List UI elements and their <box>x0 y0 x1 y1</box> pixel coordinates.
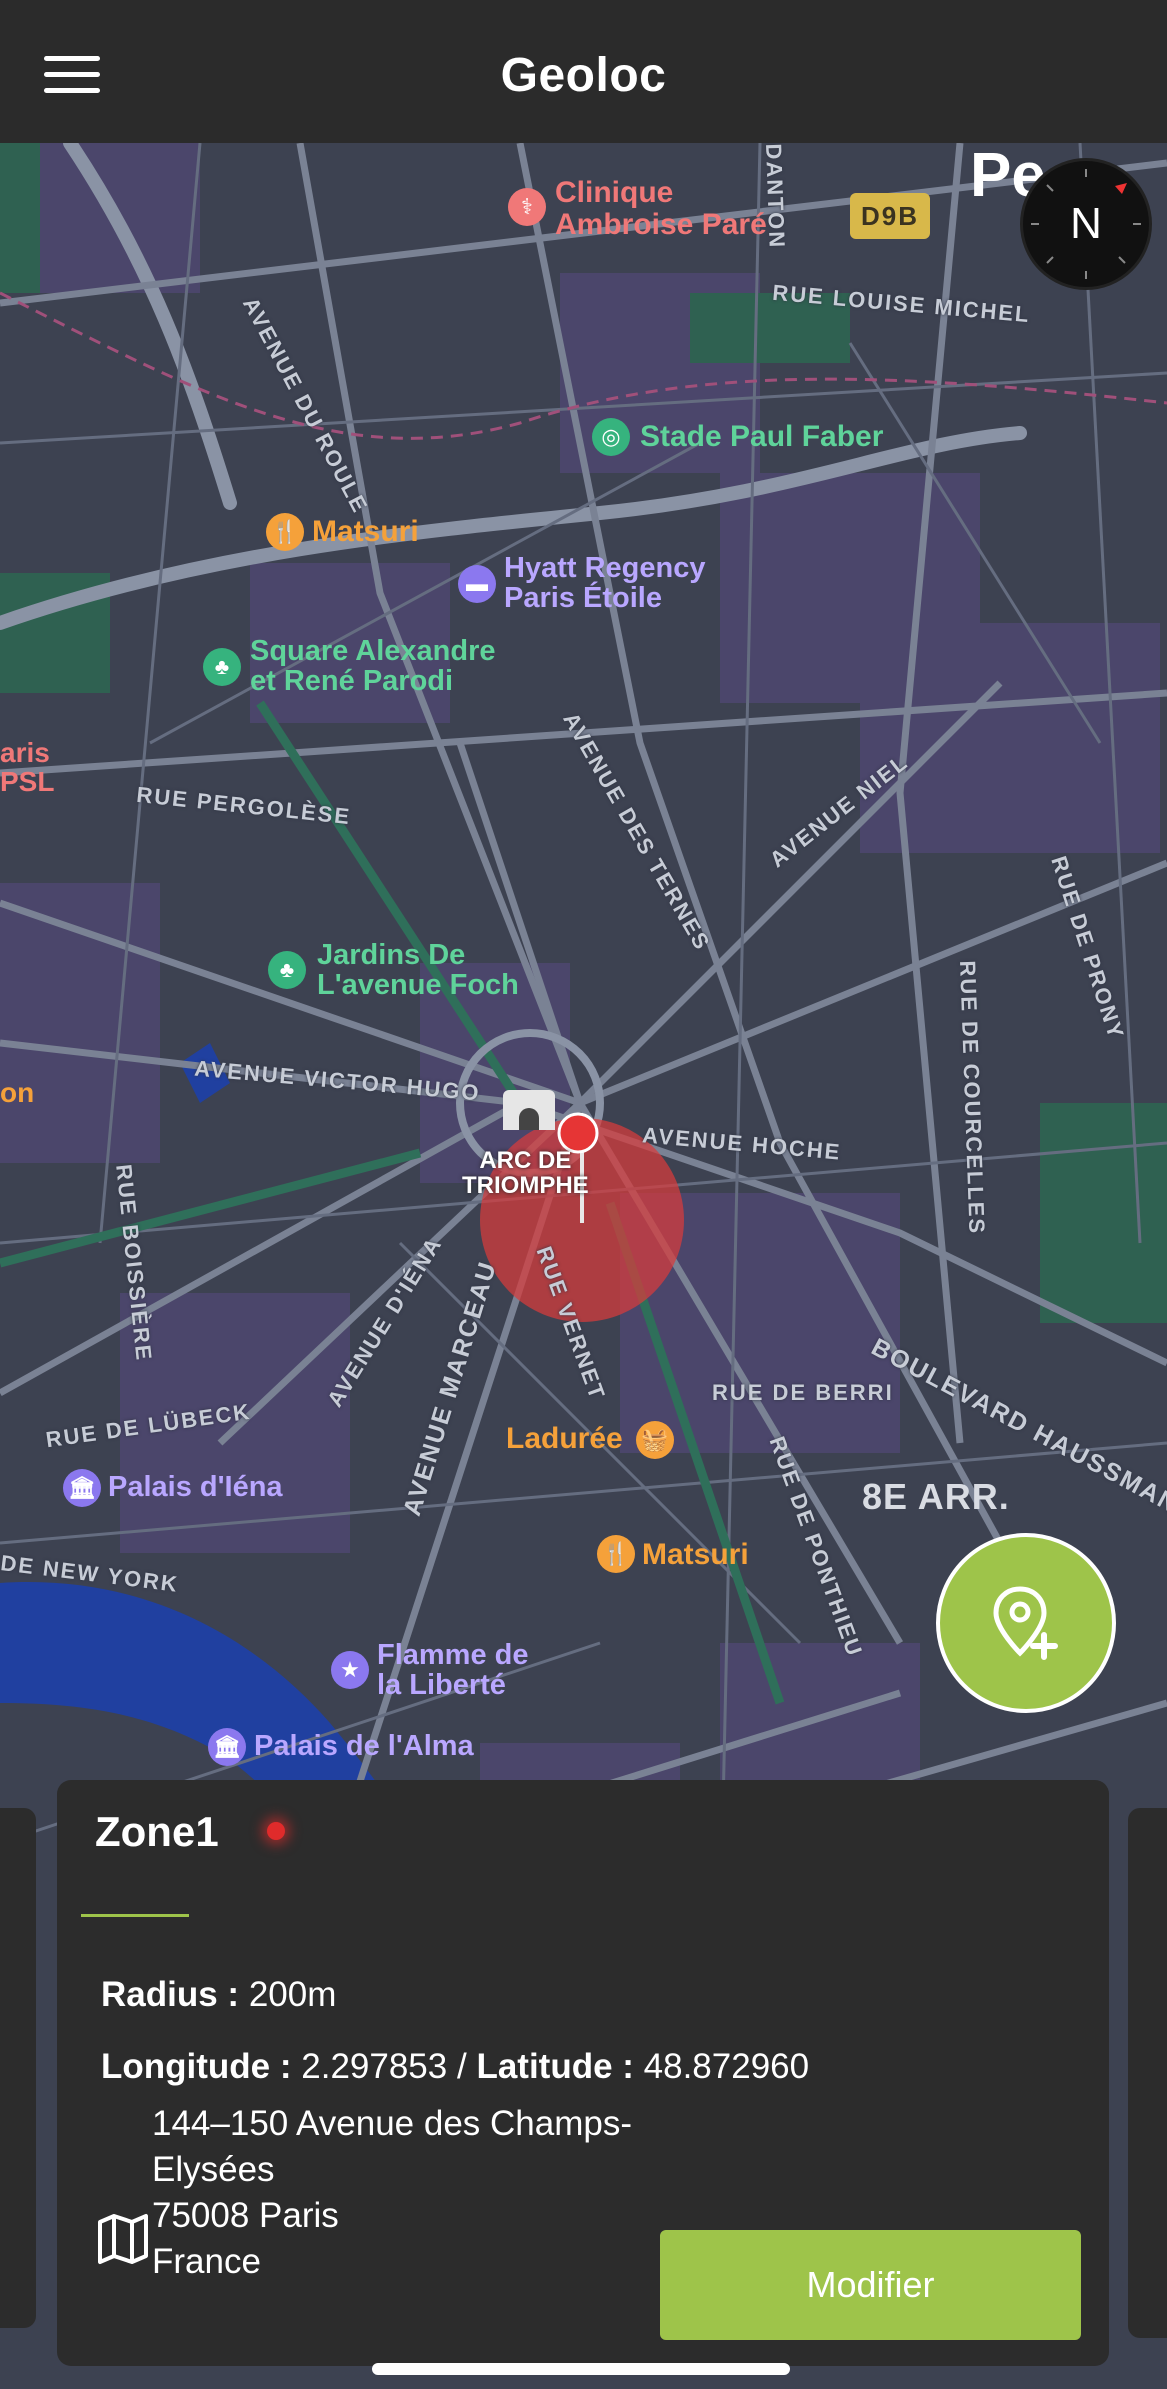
zone-card-next[interactable] <box>1128 1808 1167 2338</box>
zone-name-underline <box>81 1914 189 1917</box>
zone-name: Zone1 <box>95 1808 219 1855</box>
place-label-laduree: Ladurée <box>506 1422 623 1455</box>
park-icon: ♣ <box>203 648 241 686</box>
home-indicator <box>372 2363 790 2375</box>
street-label: DANTON <box>761 143 790 250</box>
latitude-label: Latitude : <box>476 2047 634 2086</box>
coordinate-separator: / <box>456 2047 467 2086</box>
place-label-edge-left: aris PSL <box>0 737 55 798</box>
place-label-hyatt: Hyatt Regency Paris Étoile <box>504 552 706 615</box>
app-screen: Geoloc ⚕ Clinique Ambroise Paré ◎ Stade … <box>0 0 1167 2389</box>
radius-value: 200m <box>248 1975 337 2014</box>
museum-icon: 🏛 <box>63 1469 101 1507</box>
district-label: 8E ARR. <box>862 1476 1010 1517</box>
stadium-icon: ◎ <box>592 418 630 456</box>
address-line: France <box>152 2242 261 2281</box>
zone-address: 144–150 Avenue des Champs- Elysées 75008… <box>152 2101 632 2285</box>
coordinates-row: Longitude : 2.297853 / Latitude : 48.872… <box>101 2047 809 2087</box>
radius-row: Radius : 200m <box>101 1975 336 2015</box>
place-label-flamme: Flamme de la Liberté <box>377 1639 529 1702</box>
monument-icon <box>503 1090 555 1130</box>
place-label-square: Square Alexandre et René Parodi <box>250 635 496 698</box>
address-line: Elysées <box>152 2150 275 2189</box>
compass-icon[interactable]: N <box>1020 158 1152 290</box>
place-label-palais-iena: Palais d'Iéna <box>108 1471 283 1503</box>
monument-star-icon: ★ <box>331 1651 369 1689</box>
add-location-icon <box>993 1586 1058 1660</box>
park-icon: ♣ <box>268 951 306 989</box>
place-label-jardins: Jardins De L'avenue Foch <box>317 939 519 1002</box>
map-icon <box>98 2214 148 2264</box>
place-label-matsuri-2: Matsuri <box>642 1538 749 1571</box>
restaurant-icon: 🍴 <box>597 1535 635 1573</box>
latitude-value: 48.872960 <box>643 2047 810 2086</box>
address-line: 75008 Paris <box>152 2196 339 2235</box>
road-shield-d9b: D9B <box>850 193 930 239</box>
app-header: Geoloc <box>0 0 1167 143</box>
place-label-clinique: Clinique Ambroise Paré <box>555 176 767 241</box>
museum-icon: 🏛 <box>208 1728 246 1766</box>
clinic-icon: ⚕ <box>508 188 546 226</box>
zone-card-previous[interactable] <box>0 1808 36 2328</box>
longitude-label: Longitude : <box>101 2047 292 2086</box>
page-title: Geoloc <box>500 49 667 102</box>
restaurant-icon: 🍴 <box>266 513 304 551</box>
add-location-button[interactable] <box>936 1533 1116 1713</box>
place-label-matsuri-1: Matsuri <box>312 515 419 548</box>
longitude-value: 2.297853 <box>301 2047 448 2086</box>
compass-north-label: N <box>1070 199 1102 248</box>
address-line: 144–150 Avenue des Champs- <box>152 2104 632 2143</box>
modify-button[interactable]: Modifier <box>660 2230 1081 2340</box>
place-label-palais-alma: Palais de l'Alma <box>254 1730 474 1762</box>
hotel-icon: ▬ <box>458 565 496 603</box>
street-label: RUE DE BERRI <box>712 1380 894 1405</box>
place-label-arc: ARC DE TRIOMPHE <box>462 1147 589 1200</box>
zone-card: Zone1 Radius : 200m Longitude : 2.297853… <box>57 1780 1109 2366</box>
place-label-edge-left-2: on <box>0 1077 35 1108</box>
zone-status-dot <box>267 1822 285 1840</box>
radius-label: Radius : <box>101 1975 240 2014</box>
shop-icon: 🧺 <box>636 1421 674 1459</box>
place-label-stade: Stade Paul Faber <box>640 420 884 453</box>
